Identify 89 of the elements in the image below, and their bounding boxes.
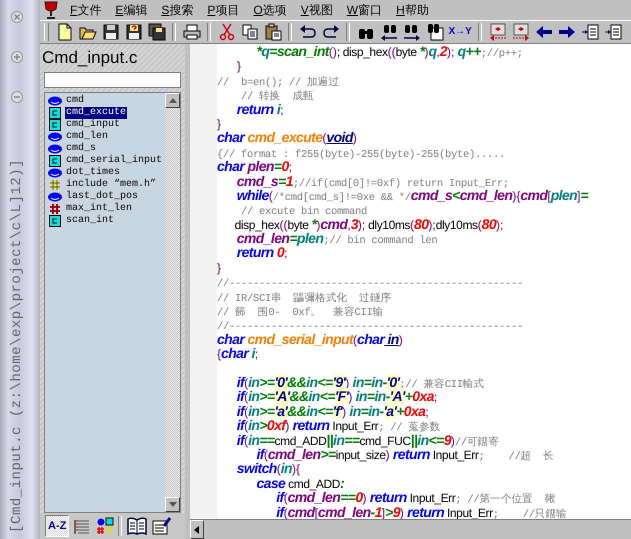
- symbol-item[interactable]: last_dot_pos: [65, 191, 140, 203]
- symbol-item[interactable]: cmd_serial_input: [65, 155, 164, 167]
- code-line: char cmd_excute(void): [217, 130, 358, 145]
- oval-icon: [48, 168, 62, 178]
- menu-item[interactable]: F文件: [64, 2, 110, 18]
- square-bracket-icon: [48, 215, 62, 227]
- square-bracket-icon: [48, 119, 62, 131]
- code-line: if(in>='A'&&in<='F') in=in-'A'+0xa;: [236, 389, 438, 404]
- menu-item[interactable]: W窗口: [340, 2, 390, 18]
- code-line: // IR/SCI串 鼺彌格式化 过鐩序: [217, 291, 392, 304]
- printer-icon[interactable]: [182, 23, 200, 41]
- menu-item[interactable]: O选项: [247, 2, 295, 18]
- symbol-item[interactable]: cmd_excute: [65, 107, 128, 119]
- menu-item[interactable]: H帮助: [390, 2, 437, 18]
- redo-arrow-icon[interactable]: [322, 23, 340, 41]
- hash-icon: [48, 203, 62, 215]
- oval-icon: [48, 192, 62, 202]
- code-line: case cmd_ADD:: [255, 476, 346, 490]
- undo-arrow-icon[interactable]: [298, 23, 316, 41]
- symbol-item[interactable]: cmd_input: [65, 119, 122, 131]
- copy-icon[interactable]: [240, 23, 258, 41]
- code-line: disp_hex((byte *)cmd,3); dly10ms(80);dly10ms(80);: [234, 216, 504, 232]
- window-title: [Cmd_input.c (z:\home\exp\project\c\L]12)]: [9, 159, 25, 533]
- symbol-item[interactable]: cmd_len: [65, 131, 110, 143]
- code-line: // b=en(); // 加遍过: [217, 75, 340, 88]
- scroll-left-button[interactable]: [190, 520, 204, 539]
- file-title: Cmd_input.c: [41, 47, 138, 68]
- code-line: if(in>='a'&&in<='f') in=in-'a'+0xa;: [236, 404, 430, 418]
- close-icon[interactable]: [11, 11, 23, 23]
- code-line: char cmd_serial_input(char in): [217, 332, 404, 346]
- symbol-item[interactable]: max_int_len: [65, 203, 134, 215]
- oval-icon: [48, 144, 62, 154]
- menu-item[interactable]: V视图: [294, 2, 341, 18]
- scroll-up-button[interactable]: [165, 93, 180, 108]
- clipboard-pencil-icon[interactable]: [151, 516, 174, 536]
- code-line: //-------------------------------------------------: [217, 320, 524, 332]
- indent-icon[interactable]: [580, 23, 599, 41]
- down-caret-icon: [168, 502, 176, 507]
- right-arrow-icon[interactable]: [558, 23, 576, 41]
- code-line: // excute bin command: [240, 205, 368, 217]
- code-line: //-------------------------------------------------: [217, 277, 524, 289]
- symbol-item[interactable]: cmd_s: [65, 143, 98, 155]
- symbol-types-icon[interactable]: [95, 516, 116, 536]
- code-line: return i;: [236, 102, 285, 116]
- symbol-item[interactable]: scan_int: [65, 215, 116, 227]
- scissors-icon[interactable]: [218, 23, 236, 41]
- code-line: // 籂 围0- 0xf。 兼容CII输: [217, 305, 384, 318]
- oval-icon: [48, 132, 62, 142]
- sort-button[interactable]: A-Z: [45, 515, 70, 537]
- clipboard-icon[interactable]: [264, 23, 282, 41]
- code-line: }: [217, 116, 222, 130]
- expand-icon[interactable]: [11, 51, 23, 63]
- floppy-disks-icon[interactable]: [148, 23, 166, 41]
- code-line: // 转换 成甀: [240, 89, 315, 102]
- up-caret-icon: [168, 98, 176, 103]
- code-line: {char i;: [217, 346, 258, 361]
- menu-item[interactable]: P项目: [201, 2, 248, 18]
- replace-button[interactable]: X→Y: [448, 23, 472, 41]
- code-line: char plen=0;: [217, 159, 293, 174]
- left-caret-icon: [194, 526, 200, 534]
- search-field[interactable]: [44, 72, 181, 88]
- code-line: switch(in){: [236, 461, 300, 476]
- symbol-item[interactable]: include “mem.h”: [65, 179, 158, 191]
- scroll-down-button[interactable]: [165, 497, 180, 512]
- indent-icon[interactable]: [604, 23, 622, 41]
- oval-icon: [48, 96, 62, 106]
- binoculars-right-arrow-icon[interactable]: [402, 23, 420, 41]
- new-file-icon[interactable]: [56, 23, 74, 41]
- square-bracket-icon: [48, 107, 62, 119]
- code-line: return 0;: [236, 245, 288, 260]
- open-book-icon[interactable]: [126, 516, 148, 536]
- code-line: {// format : f255(byte)-255(byte)-255(byte).....: [217, 148, 506, 160]
- menu-item[interactable]: E编辑: [109, 2, 156, 18]
- square-bracket-icon: [48, 155, 62, 167]
- left-arrow-icon[interactable]: [534, 23, 553, 41]
- code-line: }: [217, 260, 222, 274]
- symbol-item[interactable]: cmd: [65, 95, 86, 107]
- hash-icon: [48, 179, 62, 191]
- window-left-arrow-icon[interactable]: [488, 23, 507, 41]
- wine-glass-icon[interactable]: [42, 1, 60, 19]
- code-line: }: [236, 58, 242, 73]
- horizontal-scrollbar[interactable]: [190, 519, 631, 539]
- window-right-arrow-icon[interactable]: [512, 23, 530, 41]
- symbol-item[interactable]: dot_times: [65, 167, 122, 179]
- binoculars-pages-icon[interactable]: [426, 23, 444, 41]
- collapse-icon[interactable]: [11, 91, 23, 103]
- menu-item[interactable]: S搜索: [155, 2, 202, 18]
- vertical-scrollbar[interactable]: [165, 93, 180, 512]
- binoculars-left-arrow-icon[interactable]: [380, 23, 398, 41]
